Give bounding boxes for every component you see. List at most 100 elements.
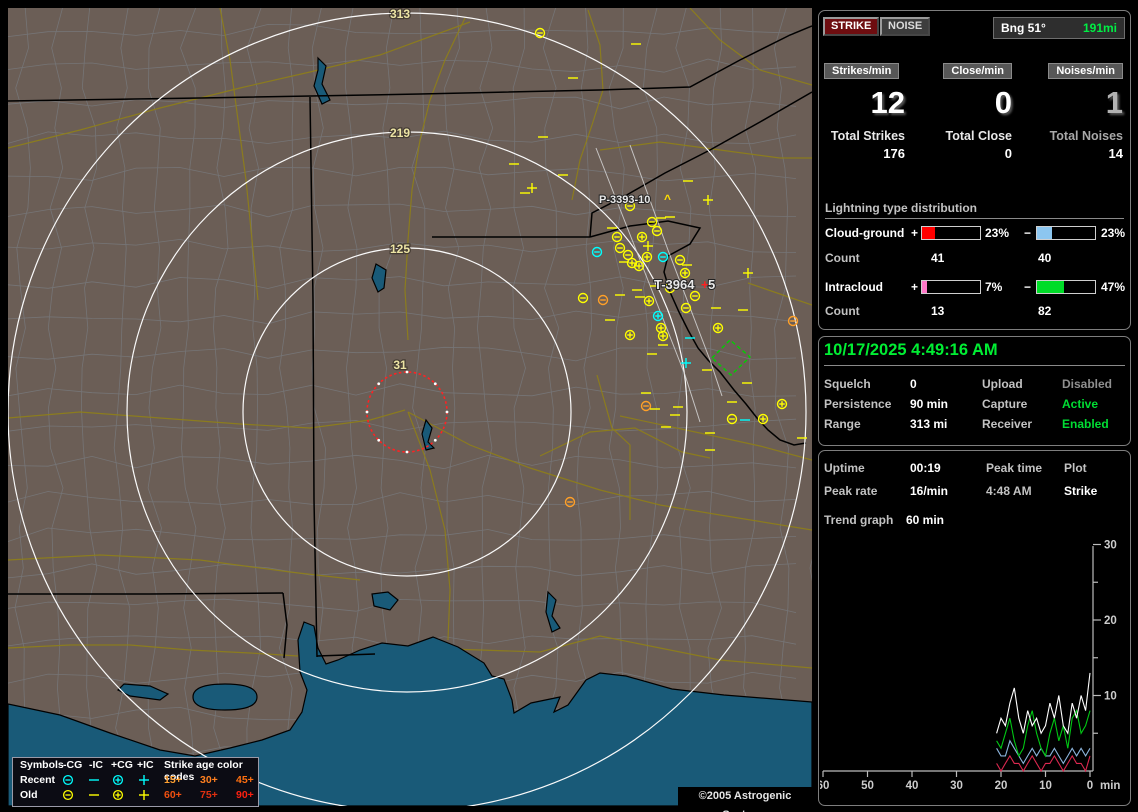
plus-sign: + — [911, 280, 918, 294]
distribution-count-row: Count 41 40 — [825, 251, 1124, 267]
count-label: Count — [825, 251, 860, 265]
total-value: 14 — [1042, 146, 1123, 161]
svg-text:40: 40 — [906, 780, 919, 792]
neg-count: 40 — [1038, 251, 1051, 265]
age-code: 45+ — [236, 774, 254, 786]
ring-label: 219 — [390, 126, 410, 140]
status-label: Capture — [982, 397, 1027, 411]
cell-direction-caret: ^ — [664, 192, 671, 206]
legend-row-label: Old — [20, 789, 38, 801]
pos-pct: 7% — [985, 280, 1002, 294]
status-value: 0 — [910, 377, 917, 391]
count-label: Count — [825, 304, 860, 318]
storm-cell-label: P-3393-10 — [599, 194, 650, 206]
session-label: Peak time — [986, 461, 1042, 475]
legend-row: Recent 15+ 30+ 45+ — [18, 774, 255, 789]
legend-col-nic: -IC — [89, 759, 103, 771]
trend-graph-window: 60 min — [906, 513, 944, 527]
storm-cell-label: T-3964 — [654, 277, 695, 292]
status-value: 313 mi — [910, 417, 947, 431]
neg-bar — [1036, 280, 1096, 294]
bearing-label: Bng 51° — [1001, 18, 1046, 38]
session-row: Uptime 00:19 Peak time Plot — [824, 461, 1125, 479]
neg-cg-icon — [62, 789, 74, 802]
status-label: Upload — [982, 377, 1023, 391]
distribution-count-row: Count 13 82 — [825, 304, 1124, 320]
svg-text:5: 5 — [708, 277, 715, 292]
copyright-text: ©2005 Astrogenic Systems — [678, 787, 812, 806]
svg-text:30: 30 — [1104, 540, 1117, 552]
neg-pct: 23% — [1101, 226, 1125, 240]
session-value: 00:19 — [910, 461, 941, 475]
dist-label: Cloud-ground — [825, 226, 904, 240]
app-window: 31321912531P-3393-10^T-3964+5 Symbols -C… — [0, 0, 1138, 812]
pos-count: 13 — [931, 304, 944, 318]
neg-ic-icon — [88, 789, 100, 802]
session-label: Uptime — [824, 461, 865, 475]
datetime-readout: 10/17/2025 4:49:16 AM — [824, 341, 1125, 366]
trend-graph-label: Trend graph — [824, 513, 893, 527]
legend-col-pic: +IC — [137, 759, 154, 771]
session-row: Peak rate 16/min 4:48 AM Strike — [824, 484, 1125, 502]
rate-value: 0 — [931, 85, 1012, 121]
counter-col-1: Close/min 0 Total Close 0 — [931, 63, 1012, 161]
legend-col-ncg: -CG — [63, 759, 82, 771]
status-value: Disabled — [1062, 377, 1112, 391]
counter-col-2: Noises/min 1 Total Noises 14 — [1042, 63, 1123, 161]
legend-row-label: Recent — [20, 774, 55, 786]
session-label: 4:48 AM — [986, 484, 1032, 498]
neg-bar — [1036, 226, 1096, 240]
rate-value: 12 — [824, 85, 905, 121]
status-value: Active — [1062, 397, 1098, 411]
bearing-range: 191mi — [1083, 18, 1117, 38]
pos-count: 41 — [931, 251, 944, 265]
rate-value: 1 — [1042, 85, 1123, 121]
session-label: Peak rate — [824, 484, 877, 498]
status-row: Range 313 mi Receiver Enabled — [824, 417, 1125, 435]
legend-col-pcg: +CG — [111, 759, 133, 771]
pos-ic-icon — [138, 774, 150, 787]
counters-panel: STRIKE NOISE Bng 51° 191mi Strikes/min 1… — [818, 10, 1131, 330]
distribution-title: Lightning type distribution — [825, 201, 1124, 219]
distribution-row: Cloud-ground + 23% − 23% — [825, 226, 1124, 242]
trend-series-pos-cg — [997, 756, 1090, 771]
pos-cg-icon — [112, 789, 124, 802]
map-symbol-legend: Symbols -CG -IC +CG +IC Strike age color… — [12, 757, 259, 807]
bearing-readout: Bng 51° 191mi — [993, 17, 1125, 39]
svg-text:0: 0 — [1087, 780, 1093, 792]
status-row: Persistence 90 min Capture Active — [824, 397, 1125, 415]
counter-chip: Noises/min — [1048, 63, 1123, 79]
age-code: 60+ — [164, 789, 182, 801]
status-row: Squelch 0 Upload Disabled — [824, 377, 1125, 395]
minus-sign: − — [1024, 226, 1031, 240]
svg-text:10: 10 — [1039, 780, 1052, 792]
session-value: Strike — [1064, 484, 1097, 498]
pos-cg-icon — [112, 774, 124, 787]
pos-bar — [921, 226, 981, 240]
status-label: Range — [824, 417, 861, 431]
distribution-row: Intracloud + 7% − 47% — [825, 280, 1124, 296]
pos-ic-icon — [138, 789, 150, 802]
status-label: Persistence — [824, 397, 891, 411]
counter-col-0: Strikes/min 12 Total Strikes 176 — [824, 63, 905, 161]
plus-sign: + — [911, 226, 918, 240]
status-panel: 10/17/2025 4:49:16 AM Squelch 0 Upload D… — [818, 336, 1131, 446]
neg-pct: 47% — [1101, 280, 1125, 294]
total-label: Total Close — [931, 129, 1012, 143]
age-code: 15+ — [164, 774, 182, 786]
trend-panel: Uptime 00:19 Peak time Plot Peak rate 16/… — [818, 450, 1131, 806]
noise-mode-button[interactable]: NOISE — [880, 17, 930, 36]
neg-count: 82 — [1038, 304, 1051, 318]
counter-chip: Close/min — [943, 63, 1012, 79]
age-code: 30+ — [200, 774, 218, 786]
svg-text:20: 20 — [1104, 615, 1117, 627]
ring-label: 31 — [393, 358, 407, 372]
svg-text:50: 50 — [861, 780, 874, 792]
strike-mode-button[interactable]: STRIKE — [823, 17, 879, 36]
age-code: 90+ — [236, 789, 254, 801]
svg-text:min: min — [1100, 780, 1120, 792]
lightning-map[interactable]: 31321912531P-3393-10^T-3964+5 — [8, 8, 812, 806]
legend-header: Symbols — [20, 759, 64, 771]
svg-text:20: 20 — [995, 780, 1008, 792]
status-value: Enabled — [1062, 417, 1109, 431]
